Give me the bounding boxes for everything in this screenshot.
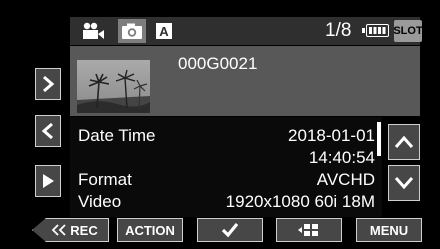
scrollbar-thumb[interactable] (377, 122, 381, 156)
chevron-right-icon (43, 75, 55, 93)
camera-screen: A 1/8 SLOT 000G0021 Date Time 2018-01-01… (0, 0, 440, 249)
time-value: 14:40:54 (308, 148, 375, 167)
date-time-label: Date Time (78, 126, 156, 145)
menu-button[interactable]: MENU (356, 218, 422, 242)
file-count: 1/8 (325, 20, 352, 41)
battery-icon (362, 24, 389, 37)
video-mode-icon[interactable] (78, 17, 108, 45)
video-label: Video (78, 192, 122, 211)
chevron-up-icon (394, 135, 414, 148)
selected-file-row: 000G0021 (70, 46, 420, 116)
index-grid-icon (298, 224, 318, 236)
menu-label: MENU (369, 222, 409, 238)
auto-mode-icon[interactable]: A (154, 17, 174, 45)
format-value: AVCHD (316, 170, 375, 189)
index-view-button[interactable] (276, 218, 342, 242)
action-label: ACTION (125, 222, 175, 238)
rec-label: REC (70, 222, 98, 238)
scroll-up-button[interactable] (388, 124, 420, 160)
slot-button[interactable]: SLOT (393, 20, 423, 42)
rec-button[interactable]: REC (32, 218, 109, 242)
previous-file-button[interactable] (35, 115, 61, 147)
double-chevron-left-icon (51, 224, 66, 236)
video-value: 1920x1080 60i 18M (225, 192, 375, 211)
auto-mode-label: A (159, 24, 169, 39)
file-thumbnail[interactable] (77, 60, 150, 113)
file-name: 000G0021 (178, 54, 258, 73)
format-label: Format (78, 170, 132, 189)
action-button[interactable]: ACTION (117, 218, 183, 242)
play-icon (43, 174, 54, 188)
scroll-down-button[interactable] (388, 165, 420, 201)
chevron-left-icon (41, 122, 53, 140)
play-button[interactable] (35, 165, 61, 197)
next-file-button[interactable] (35, 68, 61, 100)
status-bar: A 1/8 SLOT (70, 17, 423, 45)
photo-mode-icon[interactable] (118, 19, 146, 43)
select-check-button[interactable] (197, 218, 263, 242)
chevron-down-icon (394, 177, 414, 190)
date-value: 2018-01-01 (288, 126, 375, 145)
checkmark-icon (221, 222, 239, 238)
